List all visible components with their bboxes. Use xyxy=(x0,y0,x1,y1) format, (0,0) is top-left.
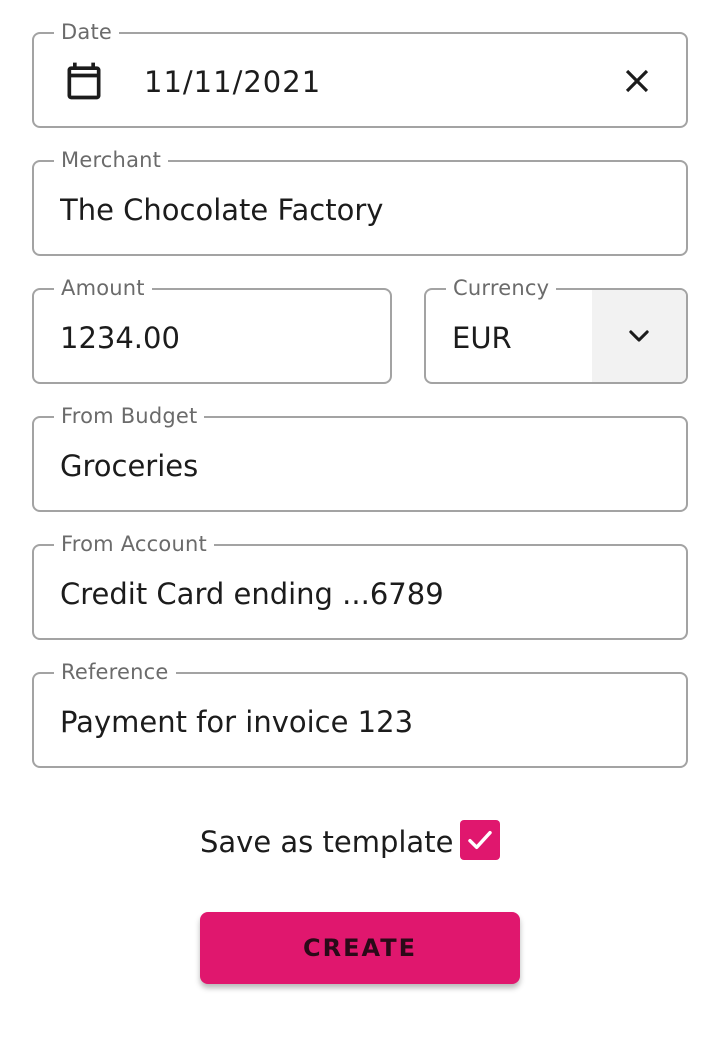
save-template-row: Save as template xyxy=(0,818,720,866)
budget-field[interactable]: From Budget Groceries xyxy=(32,403,688,512)
create-button[interactable]: CREATE xyxy=(200,912,520,984)
budget-input[interactable]: Groceries xyxy=(60,418,198,510)
merchant-input[interactable]: The Chocolate Factory xyxy=(60,162,383,254)
currency-dropdown-button[interactable] xyxy=(592,290,686,382)
amount-input[interactable]: 1234.00 xyxy=(60,290,180,382)
currency-value[interactable]: EUR xyxy=(452,290,512,382)
save-template-label[interactable]: Save as template xyxy=(200,818,453,866)
date-value[interactable]: 11/11/2021 xyxy=(144,34,321,126)
reference-input[interactable]: Payment for invoice 123 xyxy=(60,674,413,766)
account-input[interactable]: Credit Card ending ...6789 xyxy=(60,546,444,638)
save-template-checkbox[interactable] xyxy=(460,820,500,860)
date-label: Date xyxy=(54,19,119,45)
amount-field[interactable]: Amount 1234.00 xyxy=(32,275,392,384)
merchant-field[interactable]: Merchant The Chocolate Factory xyxy=(32,147,688,256)
currency-select[interactable]: Currency EUR xyxy=(424,275,688,384)
chevron-down-icon xyxy=(629,330,649,342)
checkmark-icon xyxy=(468,830,492,850)
close-icon[interactable] xyxy=(618,62,656,100)
date-field[interactable]: Date 11/11/2021 xyxy=(32,19,688,128)
reference-field[interactable]: Reference Payment for invoice 123 xyxy=(32,659,688,768)
calendar-icon[interactable] xyxy=(62,59,106,103)
account-field[interactable]: From Account Credit Card ending ...6789 xyxy=(32,531,688,640)
